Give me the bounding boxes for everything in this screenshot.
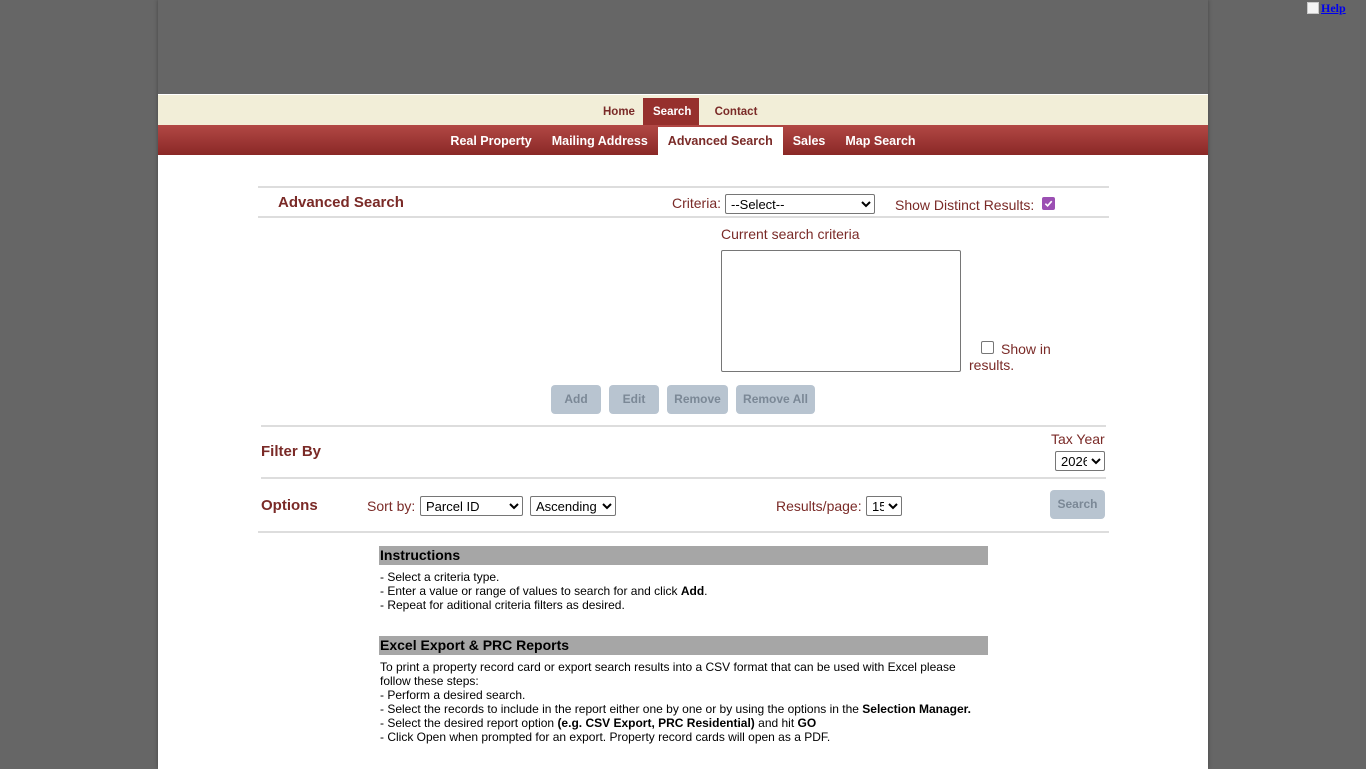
main-content: Advanced Search Criteria: --Select-- Sho… <box>158 155 1208 769</box>
advanced-search-title: Advanced Search <box>278 194 404 211</box>
results-per-page-select[interactable]: 15 <box>866 496 902 516</box>
export-line: - Click Open when prompted for an export… <box>380 730 831 744</box>
nav-contact-us[interactable]: Contact Us <box>699 98 773 146</box>
remove-button[interactable]: Remove <box>667 385 728 414</box>
divider <box>258 531 1109 533</box>
subnav-sales[interactable]: Sales <box>783 126 836 155</box>
checkmark-icon <box>1044 200 1053 208</box>
instructions-line: - Enter a value or range of values to se… <box>380 584 708 598</box>
instructions-line: - Repeat for aditional criteria filters … <box>380 598 625 612</box>
export-line: follow these steps: <box>380 674 479 688</box>
subnav-advanced-search[interactable]: Advanced Search <box>657 127 783 155</box>
sort-field-select[interactable]: Parcel ID <box>420 496 523 516</box>
export-line: - Perform a desired search. <box>380 688 526 702</box>
current-criteria-listbox[interactable] <box>721 250 961 372</box>
distinct-results-label: Show Distinct Results: <box>895 197 1035 213</box>
help-label: Help <box>1321 0 1346 15</box>
export-line: - Select the records to include in the r… <box>380 702 971 716</box>
export-line: - Select the desired report option (e.g.… <box>380 716 817 730</box>
sort-order-select[interactable]: Ascending <box>530 496 616 516</box>
results-per-page-label: Results/page: <box>776 498 862 514</box>
instructions-heading: Instructions <box>379 546 988 565</box>
divider <box>261 425 1106 427</box>
divider <box>258 186 1109 188</box>
secondary-nav: Real Property Mailing Address Advanced S… <box>158 125 1208 155</box>
primary-nav: Home Search Contact Us <box>158 94 1208 146</box>
subnav-mailing-address[interactable]: Mailing Address <box>542 126 658 155</box>
instructions-line: - Select a criteria type. <box>380 570 500 584</box>
search-button[interactable]: Search <box>1050 490 1105 519</box>
show-in-results-label: Show in <box>1001 341 1051 357</box>
add-button[interactable]: Add <box>551 385 601 414</box>
tax-year-label: Tax Year <box>1051 431 1105 447</box>
export-text: To print a property record card or expor… <box>380 660 988 744</box>
show-in-results-checkbox[interactable] <box>981 341 994 354</box>
export-line: To print a property record card or expor… <box>380 660 956 674</box>
nav-home[interactable]: Home <box>593 98 643 125</box>
tax-year-select[interactable]: 2026 <box>1055 451 1105 471</box>
page-container: Home Search Contact Us Real Property Mai… <box>158 0 1208 769</box>
distinct-results-checkbox[interactable] <box>1042 197 1055 210</box>
export-heading: Excel Export & PRC Reports <box>379 636 988 655</box>
divider <box>258 216 1109 218</box>
edit-button[interactable]: Edit <box>609 385 659 414</box>
criteria-select[interactable]: --Select-- <box>725 194 875 214</box>
nav-search[interactable]: Search <box>643 98 699 125</box>
criteria-label: Criteria: <box>672 195 722 211</box>
filter-by-title: Filter By <box>261 443 322 460</box>
divider <box>261 477 1106 479</box>
help-link[interactable]: Help <box>1307 0 1346 16</box>
remove-all-button[interactable]: Remove All <box>736 385 815 414</box>
header-banner <box>158 0 1208 94</box>
instructions-text: - Select a criteria type. - Enter a valu… <box>380 570 988 612</box>
current-criteria-label: Current search criteria <box>721 226 860 242</box>
subnav-map-search[interactable]: Map Search <box>835 126 925 155</box>
subnav-real-property[interactable]: Real Property <box>440 126 541 155</box>
options-title: Options <box>261 497 318 514</box>
sort-by-label: Sort by: <box>367 498 416 514</box>
show-in-results-label-line2: results. <box>969 357 1015 373</box>
help-image-icon <box>1307 2 1319 14</box>
